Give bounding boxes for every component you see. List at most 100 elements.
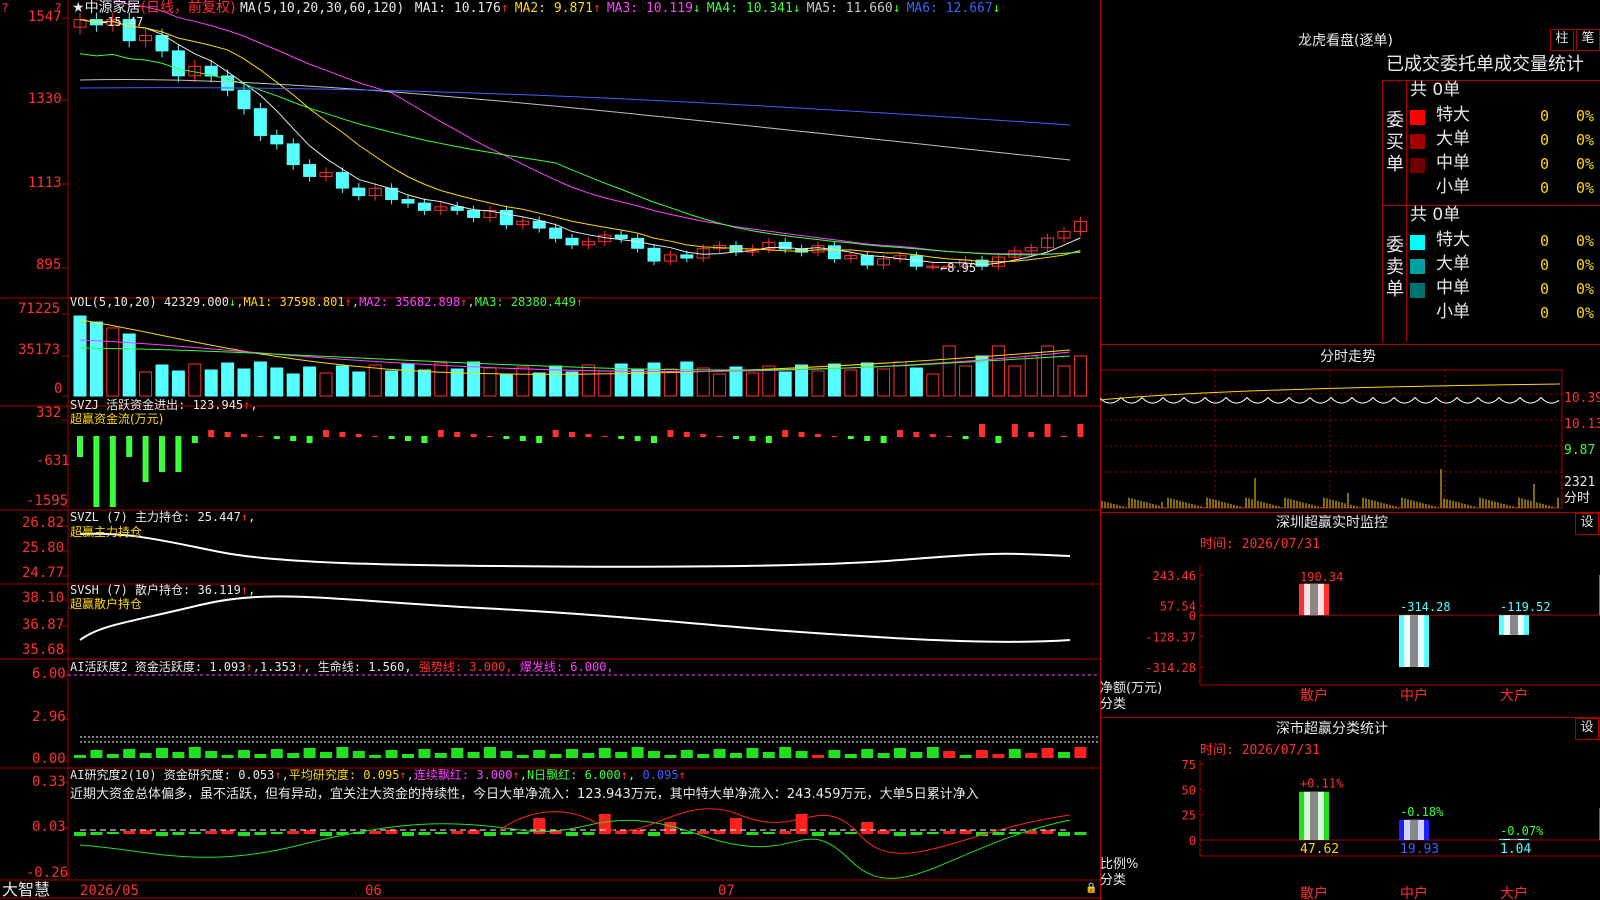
ma-value-3: MA3: 10.119↓: [606, 1, 701, 16]
svzl-axis-3: 24.77: [22, 565, 65, 581]
fund-flow-bar: [1077, 424, 1084, 437]
fund-flow-bar: [437, 430, 444, 437]
research-bar: [730, 818, 742, 834]
monitor-settings-button[interactable]: 设: [1575, 513, 1599, 535]
fund-flow-bar: [126, 436, 133, 457]
volume-bar: [991, 345, 1005, 397]
order-type-0: 特大: [1436, 105, 1470, 125]
research-bar: [648, 832, 660, 836]
research-bar: [123, 831, 136, 834]
volume-bar: [483, 367, 497, 397]
fund-flow-bar: [880, 436, 887, 443]
order-color-swatch: [1410, 182, 1425, 197]
research-bar: [287, 831, 300, 834]
period-mode[interactable]: (日线，前复权): [141, 0, 236, 16]
activity-bar: [746, 748, 759, 758]
research-bar: [303, 830, 316, 834]
intraday-axis-1: 10.39: [1564, 391, 1600, 406]
ai2-axis-1: 0.33: [32, 774, 66, 790]
kline-chart-area[interactable]: [0, 0, 1100, 900]
classify-value-label: 19.93: [1400, 842, 1439, 857]
candle-body: [565, 237, 579, 246]
vol-header: VOL(5,10,20) 42329.000↓,MA1: 37598.801↑,…: [70, 295, 584, 309]
order-count: 0: [1540, 304, 1550, 322]
brand-logo[interactable]: 大智慧: [2, 882, 50, 898]
fund-flow-bar: [257, 436, 264, 437]
activity-bar: [566, 749, 578, 758]
activity-bar: [385, 750, 398, 758]
candle-body: [303, 164, 317, 177]
fund-flow-bar: [1028, 432, 1035, 437]
research-bar: [451, 831, 464, 834]
intraday-vol-max: 2321: [1564, 475, 1596, 490]
activity-bar: [730, 753, 742, 758]
candle-body: [499, 209, 513, 226]
fund-flow-bar: [618, 436, 625, 439]
order-color-swatch: [1410, 259, 1425, 274]
volume-bar: [1073, 355, 1087, 397]
volume-bar: [139, 371, 153, 397]
research-bar: [910, 832, 923, 835]
activity-bar: [188, 747, 201, 758]
svsh-header: SVSH (7) 散户持仓: 36.119↑,: [70, 583, 256, 597]
research-bar: [1058, 832, 1070, 836]
activity-bar: [172, 752, 185, 758]
order-count: 0: [1540, 131, 1550, 149]
activity-bar: [139, 753, 152, 758]
buy-total: 共 0单: [1410, 80, 1461, 100]
activity-bar: [648, 751, 660, 758]
activity-bar: [205, 751, 218, 758]
research-bar: [598, 814, 611, 834]
classify-unit: 比例%: [1100, 857, 1139, 872]
order-count: 0: [1540, 107, 1550, 125]
fund-flow-bar: [191, 436, 198, 443]
activity-bar: [254, 754, 267, 758]
activity-bar: [156, 748, 168, 758]
fund-flow-bar: [273, 436, 280, 439]
classify-value-label: 1.04: [1500, 842, 1531, 857]
classify-settings-button[interactable]: 设: [1575, 718, 1599, 740]
stock-name[interactable]: 中源家居: [85, 0, 141, 16]
research-bar: [877, 830, 890, 834]
monitor-bar-core: [1310, 583, 1318, 616]
monitor-category: 大户: [1500, 687, 1528, 704]
activity-bar: [959, 755, 972, 758]
candle-body: [860, 255, 874, 266]
fund-flow-bar: [470, 434, 477, 437]
monitor-value-label: -119.52: [1500, 600, 1551, 614]
order-percent: 0%: [1576, 256, 1595, 274]
volume-bar: [565, 371, 579, 397]
ma-value-2: MA2: 9.871↑: [514, 1, 601, 16]
svsh-subtitle: 超赢散户持仓: [70, 597, 143, 611]
monitor-value-label: 190.34: [1300, 570, 1343, 584]
fund-flow-bar: [716, 436, 723, 437]
volume-bar: [860, 362, 874, 397]
fund-flow-bar: [372, 436, 379, 437]
tick-mode-button[interactable]: 笔: [1576, 29, 1600, 51]
stock-header: ★中源家居(日线，前复权) MA(5,10,20,30,60,120) MA1:…: [72, 1, 1001, 15]
research-bar: [1041, 830, 1054, 834]
order-color-swatch: [1410, 283, 1425, 298]
volume-bar: [385, 370, 399, 397]
fund-flow-bar: [667, 430, 674, 437]
activity-bar: [877, 753, 890, 758]
fund-flow-bar: [765, 436, 772, 443]
order-percent: 0%: [1576, 232, 1595, 250]
classify-title: 深市超赢分类统计: [1276, 721, 1388, 737]
svzl-subtitle: 超赢主力持仓: [70, 525, 143, 539]
candle-body: [352, 187, 366, 197]
volume-bar: [778, 371, 792, 397]
candle-body: [614, 234, 628, 239]
order-percent: 0%: [1576, 155, 1595, 173]
fund-flow-bar: [290, 436, 297, 441]
research-bar: [254, 832, 267, 835]
ai2-axis-2: 0.03: [32, 819, 66, 835]
help-icon[interactable]: ?: [2, 2, 8, 14]
svzj-axis-1: 332: [36, 405, 62, 421]
intraday-chart[interactable]: [1100, 368, 1600, 510]
lock-icon[interactable]: 🔒: [1085, 884, 1097, 894]
bar-mode-button[interactable]: 柱: [1550, 29, 1574, 51]
candle-body: [237, 89, 251, 110]
classify-bar-core: [1310, 791, 1318, 840]
ma-line: [79, 19, 1081, 266]
